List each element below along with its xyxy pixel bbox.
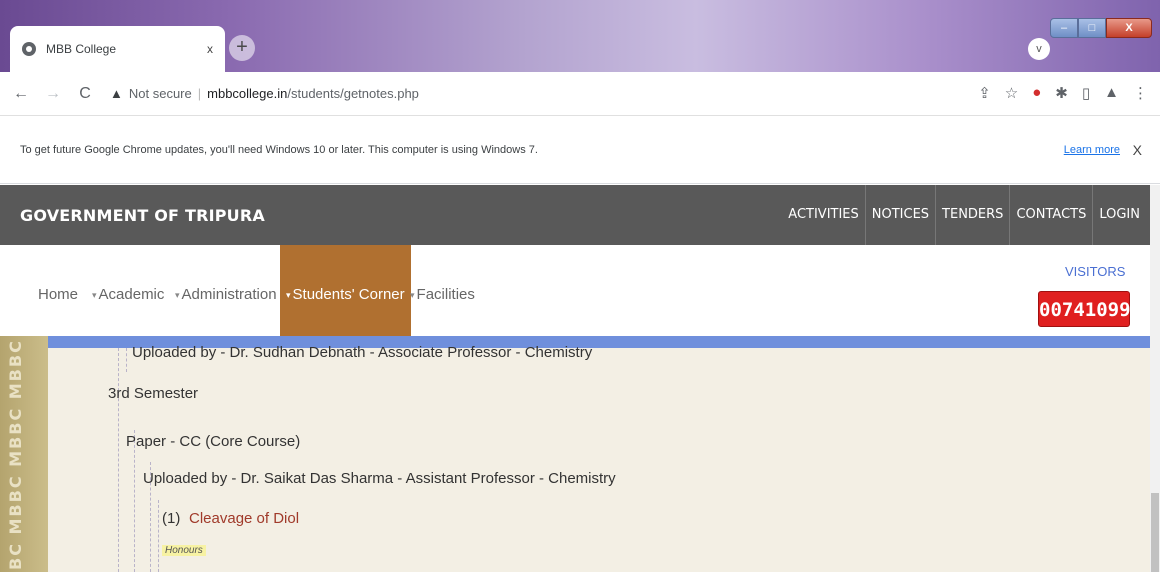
extension-icon[interactable]: ● [1032, 84, 1041, 102]
uploaded-by-text: Uploaded by - Dr. Saikat Das Sharma - As… [143, 470, 616, 487]
dropdown-bullet-icon: ▾ [410, 290, 415, 301]
tree-line [158, 500, 159, 572]
tree-line [118, 348, 119, 572]
visitors-label: VISITORS [1065, 264, 1126, 279]
window-controls: – □ X [1050, 18, 1152, 38]
warning-icon[interactable]: ▲ [110, 86, 123, 101]
nav-facilities[interactable]: ▾ Facilities [410, 245, 475, 336]
content-area [0, 336, 1150, 572]
update-infobar: To get future Google Chrome updates, you… [0, 116, 1160, 184]
sidepanel-icon[interactable]: ▯ [1082, 84, 1090, 102]
share-icon[interactable]: ⇪ [978, 84, 991, 102]
site-favicon-icon [22, 42, 36, 56]
infobar-close-icon[interactable]: X [1133, 142, 1142, 158]
profile-icon[interactable]: ▲ [1104, 84, 1119, 102]
puzzle-icon[interactable]: ✱ [1055, 84, 1068, 102]
tree-line [134, 430, 135, 572]
url-host: mbbcollege.in [207, 86, 288, 101]
uploaded-by-text: Uploaded by - Dr. Sudhan Debnath - Assoc… [132, 344, 593, 361]
note-link[interactable]: Cleavage of Diol [189, 510, 299, 527]
top-nav-activities[interactable]: ACTIVITIES [782, 185, 864, 245]
tab-search-button[interactable]: v [1028, 38, 1050, 60]
nav-academic-label: Academic [98, 286, 165, 303]
browser-tab-strip: MBB College x + v – □ X [0, 0, 1160, 72]
site-header: GOVERNMENT OF TRIPURA ACTIVITIES NOTICES… [0, 185, 1150, 245]
top-nav-contacts[interactable]: CONTACTS [1009, 185, 1092, 245]
top-nav-login[interactable]: LOGIN [1092, 185, 1146, 245]
scrollbar-thumb[interactable] [1151, 493, 1159, 572]
not-secure-label[interactable]: Not secure [129, 86, 192, 101]
toolbar-icons: ⇪ ☆ ● ✱ ▯ ▲ ⋮ [978, 84, 1148, 102]
tab-title: MBB College [46, 42, 117, 56]
infobar-message: To get future Google Chrome updates, you… [20, 143, 538, 156]
browser-tab[interactable]: MBB College x [10, 26, 225, 72]
nav-administration[interactable]: ▾ Administration [175, 245, 277, 336]
site-title: GOVERNMENT OF TRIPURA [20, 205, 265, 225]
paper-heading: Paper - CC (Core Course) [126, 433, 301, 450]
forward-button[interactable]: → [42, 85, 64, 103]
dropdown-bullet-icon: ▾ [175, 290, 180, 301]
close-window-button[interactable]: X [1106, 18, 1152, 38]
dropdown-bullet-icon: ▾ [286, 290, 291, 301]
url-path: /students/getnotes.php [287, 86, 419, 101]
main-nav: Home ▾ Academic ▾ Administration ▾ Students… [0, 245, 1150, 336]
dropdown-bullet-icon: ▾ [92, 290, 97, 301]
new-tab-button[interactable]: + [229, 35, 255, 61]
nav-facilities-label: Facilities [416, 286, 475, 303]
content-panel [48, 336, 1150, 572]
address-separator: | [197, 86, 202, 101]
note-number: (1) [162, 510, 181, 527]
side-band-text: BC MBBC MBBC MBBC M [6, 340, 25, 570]
nav-students-corner[interactable]: ▾ Students' Corner [280, 245, 411, 336]
visitor-counter: 00741099 [1038, 291, 1131, 327]
nav-administration-label: Administration [181, 286, 277, 303]
nav-home[interactable]: Home [38, 245, 78, 336]
top-nav-tenders[interactable]: TENDERS [935, 185, 1009, 245]
browser-toolbar: ← → C ▲ Not secure | mbbcollege.in /stud… [0, 72, 1160, 116]
reload-button[interactable]: C [74, 85, 96, 103]
menu-icon[interactable]: ⋮ [1133, 84, 1148, 102]
maximize-button[interactable]: □ [1078, 18, 1106, 38]
tree-line [126, 348, 127, 372]
top-nav: ACTIVITIES NOTICES TENDERS CONTACTS LOGI… [782, 185, 1146, 245]
nav-academic[interactable]: ▾ Academic [92, 245, 164, 336]
tab-close-icon[interactable]: x [207, 42, 213, 56]
learn-more-link[interactable]: Learn more [1064, 144, 1120, 156]
top-nav-notices[interactable]: NOTICES [864, 185, 935, 245]
minimize-button[interactable]: – [1050, 18, 1078, 38]
star-icon[interactable]: ☆ [1005, 84, 1018, 102]
nav-students-corner-label: Students' Corner [292, 286, 405, 303]
semester-heading: 3rd Semester [108, 385, 199, 402]
address-bar[interactable]: ▲ Not secure | mbbcollege.in /students/g… [110, 79, 990, 109]
honours-badge: Honours [162, 545, 206, 556]
back-button[interactable]: ← [10, 85, 32, 103]
